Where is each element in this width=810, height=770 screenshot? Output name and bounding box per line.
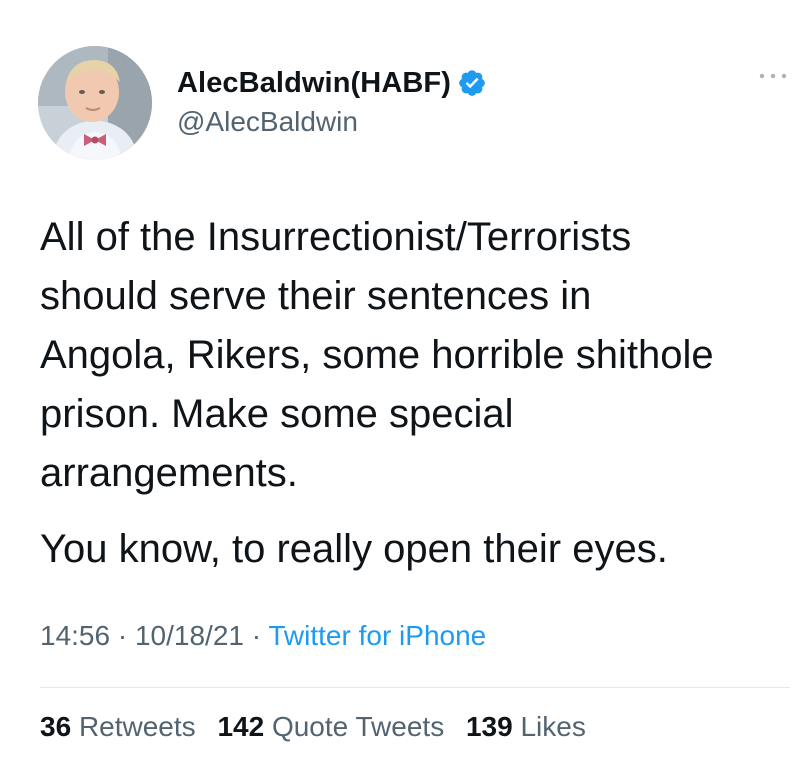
avatar-image [38,46,152,160]
verified-badge-icon [459,70,485,96]
tweet-metadata: 14:56 · 10/18/21 · Twitter for iPhone [40,620,486,652]
author-display-name[interactable]: AlecBaldwin(HABF) [177,67,451,100]
divider [40,687,790,688]
quote-tweets-count: 142 [217,711,265,742]
likes-count: 139 [465,711,513,742]
tweet-text: All of the Insurrectionist/Terrorists sh… [40,208,800,579]
more-options-icon[interactable] [756,66,790,86]
retweets-count: 36 [40,711,72,742]
tweet-source-link[interactable]: Twitter for iPhone [268,620,486,651]
retweets-label: Retweets [78,711,196,742]
likes-label: Likes [520,711,586,742]
likes-stat[interactable]: 139 Likes [466,711,586,742]
quote-tweets-label: Quote Tweets [271,711,445,742]
tweet-card: AlecBaldwin(HABF) @AlecBaldwin All of th… [0,0,810,770]
tweet-time[interactable]: 14:56 [40,620,110,651]
tweet-paragraph: You know, to really open their eyes. [40,527,668,571]
engagement-stats: 36 Retweets 142 Quote Tweets 139 Likes [40,711,600,743]
retweets-stat[interactable]: 36 Retweets [40,711,196,742]
tweet-paragraph: All of the Insurrectionist/Terrorists sh… [40,215,714,495]
meta-separator: · [117,620,128,651]
quote-tweets-stat[interactable]: 142 Quote Tweets [217,711,444,742]
author-handle[interactable]: @AlecBaldwin [177,106,358,138]
meta-separator: · [251,620,262,651]
tweet-date[interactable]: 10/18/21 [135,620,244,651]
avatar[interactable] [38,46,152,160]
author-name-row: AlecBaldwin(HABF) [177,64,487,102]
